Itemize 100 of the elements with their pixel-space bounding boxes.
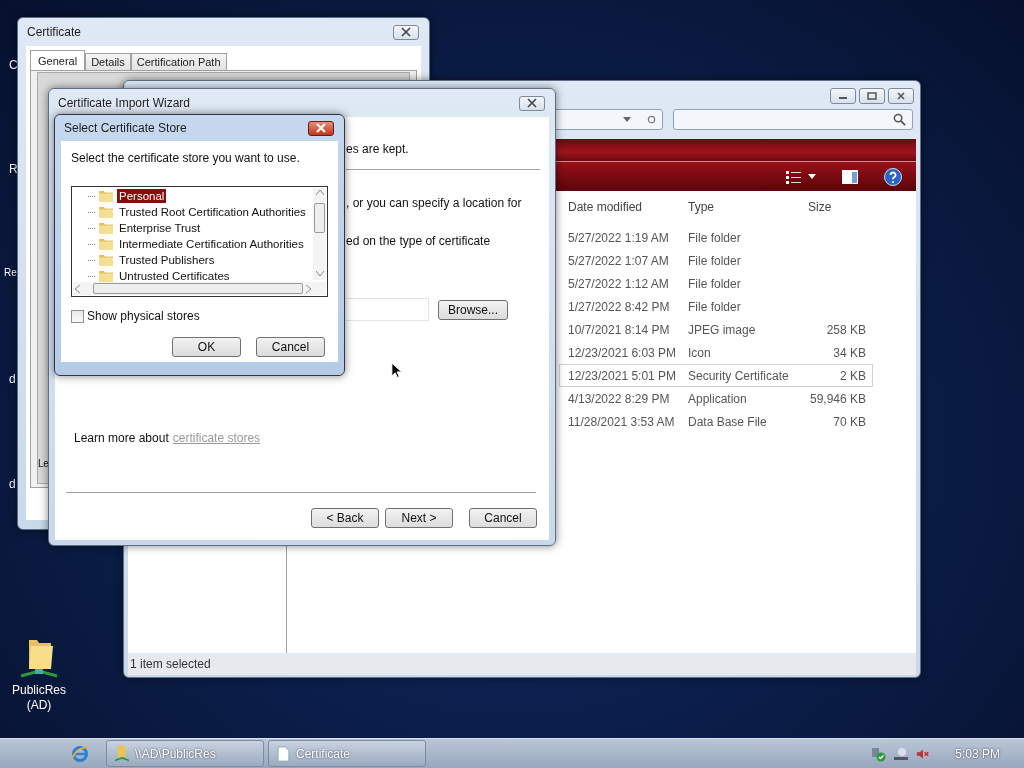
file-row[interactable]: 5/27/2022 1:12 AM File folder — [559, 272, 873, 295]
table-cell-text: 258 KB — [825, 322, 867, 337]
folder-icon — [99, 222, 113, 234]
table-cell-text: 59,946 KB — [808, 391, 867, 406]
table-cell-text: Application — [687, 391, 748, 406]
column-header[interactable]: Type — [680, 200, 800, 214]
table-cell-text: 12/23/2021 6:03 PM — [567, 345, 678, 360]
close-button[interactable] — [393, 24, 419, 40]
status-text: 1 item selected — [130, 657, 211, 671]
file-row[interactable]: 11/28/2021 3:53 AM Data Base File 70 KB — [559, 410, 873, 433]
table-cell-text: Data Base File — [687, 414, 768, 429]
tab[interactable]: Certification Path — [130, 53, 227, 70]
close-button[interactable] — [308, 120, 334, 136]
wizard-button[interactable]: < Back — [311, 508, 379, 528]
search-icon[interactable] — [893, 113, 906, 126]
dialog-button[interactable]: Cancel — [256, 337, 325, 357]
minimize-button[interactable] — [830, 88, 856, 104]
table-cell-text: File folder — [687, 276, 742, 291]
maximize-button[interactable] — [859, 88, 885, 104]
file-row[interactable]: 1/27/2022 8:42 PM File folder — [559, 295, 873, 318]
folder-icon — [99, 270, 113, 282]
wizard-button[interactable]: Cancel — [469, 508, 537, 528]
table-cell-text: 5/27/2022 1:19 AM — [567, 230, 670, 245]
help-icon[interactable] — [884, 167, 902, 186]
network-folder-icon — [115, 745, 129, 762]
table-cell-text: 11/28/2021 3:53 AM — [567, 414, 676, 429]
instruction-text: ed on the type of certificate — [346, 234, 492, 248]
tree-item[interactable]: Intermediate Certification Authorities — [117, 237, 306, 251]
close-button[interactable] — [888, 88, 914, 104]
column-header[interactable]: Date modified — [560, 200, 680, 214]
desktop-icon-label: d — [9, 372, 16, 386]
help-text: Learn more about — [74, 431, 169, 445]
table-cell-text: 34 KB — [832, 345, 867, 360]
table-cell-text: 4/13/2022 8:29 PM — [567, 391, 671, 406]
checkbox[interactable] — [71, 309, 84, 323]
horizontal-scrollbar[interactable] — [73, 282, 326, 295]
close-button[interactable] — [519, 95, 545, 111]
folder-icon — [99, 238, 113, 250]
tree-item[interactable]: Enterprise Trust — [117, 221, 203, 235]
file-row[interactable]: 5/27/2022 1:07 AM File folder — [559, 249, 873, 272]
scroll-right-icon[interactable] — [306, 284, 311, 293]
preview-pane-icon[interactable] — [842, 169, 858, 184]
security-shield-icon[interactable] — [870, 745, 887, 762]
browse-button[interactable]: Browse... — [438, 299, 508, 320]
scroll-down-icon[interactable] — [315, 271, 324, 276]
tree-item[interactable]: Personal — [117, 189, 167, 203]
file-row[interactable]: 4/13/2022 8:29 PM Application 59,946 KB — [559, 387, 873, 410]
table-cell-text: File folder — [687, 253, 742, 268]
view-list-icon[interactable] — [786, 169, 802, 184]
table-cell-text: Security Certificate — [687, 368, 790, 383]
table-cell-text: JPEG image — [687, 322, 757, 337]
tab[interactable]: Details — [85, 53, 131, 70]
file-row[interactable]: 12/23/2021 6:03 PM Icon 34 KB — [559, 341, 873, 364]
desktop-icon-label[interactable]: PublicRes (AD) — [8, 683, 70, 713]
close-icon — [316, 123, 326, 133]
table-cell-text: 5/27/2022 1:07 AM — [567, 253, 670, 268]
scroll-up-icon[interactable] — [315, 190, 324, 195]
scroll-left-icon[interactable] — [75, 284, 80, 293]
wizard-button[interactable]: Next > — [385, 508, 453, 528]
table-cell-text: 1/27/2022 8:42 PM — [567, 299, 671, 314]
vertical-scrollbar[interactable] — [313, 188, 326, 280]
folder-icon — [99, 190, 113, 202]
file-row[interactable]: 12/23/2021 5:01 PM Security Certificate 2 KB — [559, 364, 873, 387]
browser-icon[interactable] — [70, 743, 90, 764]
tree-item[interactable]: Untrusted Certificates — [117, 269, 232, 283]
column-header[interactable]: Size — [800, 200, 870, 214]
tab[interactable]: General — [30, 50, 86, 70]
file-row[interactable]: 5/27/2022 1:19 AM File folder — [559, 226, 873, 249]
table-cell-text: 12/23/2021 5:01 PM — [567, 368, 678, 383]
search-field[interactable] — [673, 109, 913, 130]
dropdown-arrow-icon[interactable] — [808, 174, 816, 179]
maximize-icon — [866, 92, 878, 100]
table-cell-text: File folder — [687, 299, 742, 314]
prompt-text: Select the certificate store you want to use. — [71, 151, 301, 165]
file-row[interactable]: 10/7/2021 8:14 PM JPEG image 258 KB — [559, 318, 873, 341]
dialog-title: Select Certificate Store — [64, 121, 187, 135]
desktop-icon-label: Re — [4, 267, 17, 278]
close-icon — [895, 92, 907, 100]
instruction-text: es are kept. — [346, 142, 410, 156]
table-cell-text: 5/27/2022 1:12 AM — [567, 276, 670, 291]
instruction-text: , or you can specify a location for — [346, 196, 523, 210]
desktop-icon-label: d — [9, 477, 16, 491]
dialog-button[interactable]: OK — [172, 337, 241, 357]
dropdown-arrow-icon[interactable] — [623, 117, 631, 122]
path-field[interactable] — [346, 298, 429, 321]
table-cell-text: File folder — [687, 230, 742, 245]
panel-text: Le — [38, 458, 49, 469]
table-cell-text: 2 KB — [839, 368, 867, 383]
folder-icon — [99, 254, 113, 266]
window-title: Certificate Import Wizard — [58, 96, 191, 110]
table-cell-text: 70 KB — [832, 414, 867, 429]
refresh-icon[interactable] — [647, 115, 656, 124]
desktop-icon-label: R — [9, 162, 18, 176]
tree-item[interactable]: Trusted Root Certification Authorities — [117, 205, 308, 219]
table-cell-text: Icon — [687, 345, 712, 360]
table-cell-text: 10/7/2021 8:14 PM — [567, 322, 671, 337]
tree-item[interactable]: Trusted Publishers — [117, 253, 217, 267]
close-icon — [527, 98, 537, 108]
checkbox-label[interactable]: Show physical stores — [87, 309, 200, 323]
store-tree[interactable]: Personal Trusted Root Certification Authorities Enterprise Trust Intermediate Certification Authorities Trusted Publishers Untrusted Certificates — [71, 186, 328, 297]
